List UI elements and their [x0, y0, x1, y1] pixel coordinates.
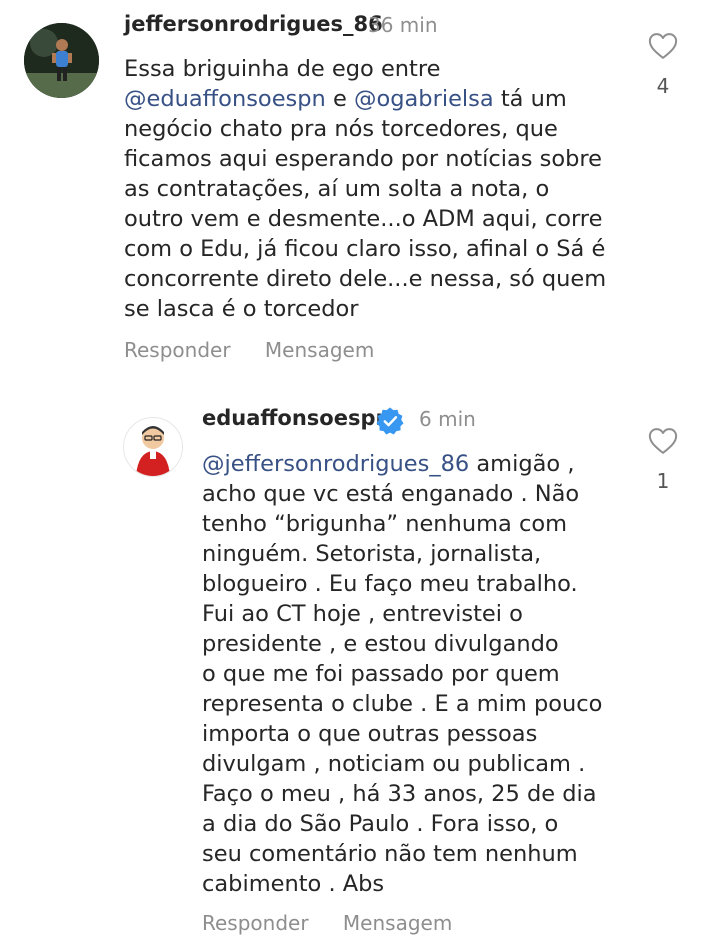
comment-line: com o Edu, já ficou claro isso, afinal o… — [124, 236, 606, 262]
comment-timestamp: 36 min — [368, 13, 438, 37]
comment-line: Faço o meu , há 33 anos, 25 de dia — [202, 781, 597, 807]
comment-line: importa o que outras pessoas — [202, 721, 538, 747]
like-count: 4 — [656, 74, 670, 98]
comment-timestamp: 6 min — [419, 407, 476, 431]
comment-line: negócio chato pra nós torcedores, que — [124, 116, 558, 142]
comment-actions: Responder Mensagem — [202, 911, 480, 935]
comment-line: seu comentário não tem nenhum — [202, 841, 578, 867]
comment-line: divulgam , noticiam ou publicam . — [202, 751, 586, 777]
avatar[interactable] — [123, 417, 183, 477]
reply-button[interactable]: Responder — [124, 338, 231, 362]
comment-line-with-mentions: @eduaffonsoespn e @ogabrielsa tá um — [124, 86, 567, 112]
comment-text: Essa briguinha de ego entre @eduaffonsoe… — [124, 54, 644, 324]
caricature-avatar-icon — [124, 418, 182, 476]
comment-line: blogueiro . Eu faço meu trabalho. — [202, 571, 578, 597]
verified-badge-icon — [376, 407, 404, 435]
comment-line: tenho “brigunha” nenhuma com — [202, 511, 567, 537]
comment-line: a dia do São Paulo . Fora isso, o — [202, 811, 559, 837]
comment-actions: Responder Mensagem — [124, 338, 402, 362]
comment-jeffersonrodrigues: jeffersonrodrigues_86 36 min Essa brigui… — [0, 0, 719, 380]
like-control: 1 — [646, 427, 680, 493]
reply-button[interactable]: Responder — [202, 911, 309, 935]
comment-line: as contratações, aí um solta a nota, o — [124, 176, 550, 202]
comment-line: se lasca é o torcedor — [124, 296, 359, 322]
comment-line: presidente , e estou divulgando — [202, 631, 559, 657]
comment-line: cabimento . Abs — [202, 871, 385, 897]
comment-line-with-mentions: @jeffersonrodrigues_86 amigão , — [202, 451, 575, 477]
heart-outline-icon[interactable] — [648, 427, 678, 455]
message-button[interactable]: Mensagem — [265, 338, 374, 362]
comment-line: acho que vc está enganado . Não — [202, 481, 580, 507]
comment-line: outro vem e desmente...o ADM aqui, corre — [124, 206, 603, 232]
comment-line: representa o clube . E a mim pouco — [202, 691, 603, 717]
comment-line: concorrente direto dele...e nessa, só qu… — [124, 266, 607, 292]
comment-line: o que me foi passado por quem — [202, 661, 560, 687]
heart-outline-icon[interactable] — [648, 32, 678, 60]
like-control: 4 — [646, 32, 680, 98]
comment-username[interactable]: eduaffonsoespn — [202, 406, 390, 430]
user-photo-icon — [24, 23, 99, 98]
comment-line: ficamos aqui esperando por notícias sobr… — [124, 146, 603, 172]
comment-username[interactable]: jeffersonrodrigues_86 — [124, 12, 383, 36]
avatar[interactable] — [24, 23, 99, 98]
mention-link[interactable]: @jeffersonrodrigues_86 — [202, 451, 469, 477]
mention-link[interactable]: @eduaffonsoespn — [124, 86, 326, 112]
message-button[interactable]: Mensagem — [343, 911, 452, 935]
like-count: 1 — [656, 469, 670, 493]
comment-line: Essa briguinha de ego entre — [124, 56, 441, 82]
comment-text: @jeffersonrodrigues_86 amigão , acho que… — [202, 449, 632, 899]
comment-line: ninguém. Setorista, jornalista, — [202, 541, 542, 567]
comment-line: Fui ao CT hoje , entrevistei o — [202, 601, 523, 627]
mention-link[interactable]: @ogabrielsa — [354, 86, 494, 112]
